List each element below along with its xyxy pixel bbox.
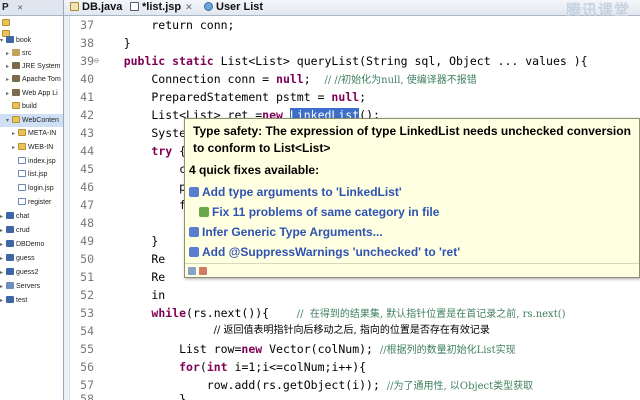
- project-icon: [6, 212, 14, 219]
- quickfix-icon: [189, 187, 199, 197]
- code-line: 41 PreparedStatement pstmt = null;: [80, 90, 367, 104]
- problem-message: Type safety: The expression of type Link…: [193, 124, 631, 155]
- editor-tab-bar: DB.java *list.jsp ✕ User List 腾讯课堂: [64, 0, 640, 19]
- code-line: 55 List row=new Vector(colNum); //根据列的数量…: [80, 342, 516, 356]
- tree-item-guess[interactable]: ▸ guess: [0, 252, 35, 265]
- popup-footer: [185, 263, 639, 277]
- focus-icon[interactable]: [188, 267, 196, 275]
- folder-icon: [12, 116, 20, 123]
- fix-infer-generic-type[interactable]: Infer Generic Type Arguments...: [189, 225, 383, 239]
- library-icon: [12, 75, 20, 82]
- tree-item-tomcat[interactable]: ▸ Apache Tom: [6, 73, 61, 86]
- code-line: 53 while(rs.next()){ // 在得到的结果集, 默认指针位置是…: [80, 306, 566, 320]
- tree-item-login-jsp[interactable]: login.jsp: [18, 182, 54, 195]
- project-icon: [6, 296, 14, 303]
- tree-item-web-inf[interactable]: ▸ WEB-IN: [12, 141, 53, 154]
- code-line: 37 return conn;: [80, 18, 235, 32]
- tab-list-jsp[interactable]: *list.jsp ✕: [126, 0, 197, 16]
- tree-item-test[interactable]: ▸ test: [0, 294, 27, 307]
- close-icon[interactable]: ✕: [185, 2, 193, 12]
- folder-icon: [18, 143, 26, 150]
- settings-icon[interactable]: [199, 267, 207, 275]
- code-line: 38 }: [80, 36, 131, 50]
- tree-item-crud[interactable]: ▸ crud: [0, 224, 30, 237]
- jsp-file-icon: [18, 157, 26, 164]
- package-icon: [12, 49, 20, 56]
- project-explorer: P ✕ ▾ book ▸ src ▸ JRE System ▸ Apache Tom ▸…: [0, 0, 64, 400]
- project-explorer-title: P: [2, 2, 9, 13]
- folder-icon: [18, 129, 26, 136]
- tree-item-register-jsp[interactable]: register: [18, 196, 51, 209]
- fix-suppress-warnings[interactable]: Add @SuppressWarnings 'unchecked' to 're…: [189, 245, 460, 259]
- refactor-icon: [189, 227, 199, 237]
- code-line: 58 }: [80, 392, 187, 400]
- tree-item-dbdemo[interactable]: ▸ DBDemo: [0, 238, 44, 251]
- code-line: 54 // 返回值表明指针向后移动之后, 指向的位置是否存在有效记录: [80, 324, 490, 338]
- project-icon: [6, 268, 14, 275]
- tree-item-list-jsp[interactable]: list.jsp: [18, 168, 47, 181]
- tree-item-build[interactable]: build: [6, 100, 37, 113]
- quick-fix-popup: Type safety: The expression of type Link…: [184, 118, 640, 278]
- library-icon: [12, 89, 20, 96]
- fix-add-type-arguments[interactable]: Add type arguments to 'LinkedList': [189, 185, 402, 199]
- browser-icon: [204, 2, 213, 11]
- tab-user-list[interactable]: User List: [200, 0, 267, 16]
- quickfix-multi-icon: [199, 207, 209, 217]
- project-icon: [6, 254, 14, 261]
- tree-item-jre[interactable]: ▸ JRE System: [6, 60, 61, 73]
- close-icon[interactable]: ✕: [17, 5, 23, 12]
- code-line: 56 for(int i=1;i<=colNum;i++){: [80, 360, 367, 374]
- quick-fix-count: 4 quick fixes available:: [189, 163, 320, 177]
- fix-11-problems[interactable]: Fix 11 problems of same category in file: [199, 205, 439, 219]
- tree-item-meta-inf[interactable]: ▸ META-IN: [12, 127, 56, 140]
- tree-item-webcontent[interactable]: ▾ WebConten: [0, 114, 63, 127]
- tree-item-book[interactable]: ▾ book: [0, 34, 31, 47]
- folder-icon: [12, 102, 20, 109]
- project-icon: [6, 240, 14, 247]
- annotation-icon: [189, 247, 199, 257]
- project-icon: [6, 226, 14, 233]
- jsp-file-icon: [130, 2, 139, 11]
- tab-db-java[interactable]: DB.java: [66, 0, 126, 16]
- jsp-file-icon: [18, 170, 26, 177]
- tree-item-servers[interactable]: ▸ Servers: [0, 280, 40, 293]
- library-icon: [12, 62, 20, 69]
- code-line: 39 ⊖ public static List<List> queryList(S…: [80, 54, 588, 68]
- tree-item-index-jsp[interactable]: index.jsp: [18, 155, 56, 168]
- tree-item-guess2[interactable]: ▸ guess2: [0, 266, 39, 279]
- tree-item-chat[interactable]: ▸ chat: [0, 210, 29, 223]
- jsp-file-icon: [18, 184, 26, 191]
- tree-item-webapp-lib[interactable]: ▸ Web App Li: [6, 87, 58, 100]
- jsp-file-icon: [18, 198, 26, 205]
- folder-icon: [2, 19, 10, 26]
- code-line: 52 in: [80, 288, 166, 302]
- java-file-icon: [70, 2, 79, 11]
- server-icon: [6, 282, 14, 289]
- project-icon: [6, 36, 14, 43]
- tree-item-src[interactable]: ▸ src: [6, 47, 31, 60]
- code-line: 40 Connection conn = null; // //初始化为null…: [80, 72, 477, 86]
- project-explorer-header[interactable]: P ✕: [0, 0, 63, 16]
